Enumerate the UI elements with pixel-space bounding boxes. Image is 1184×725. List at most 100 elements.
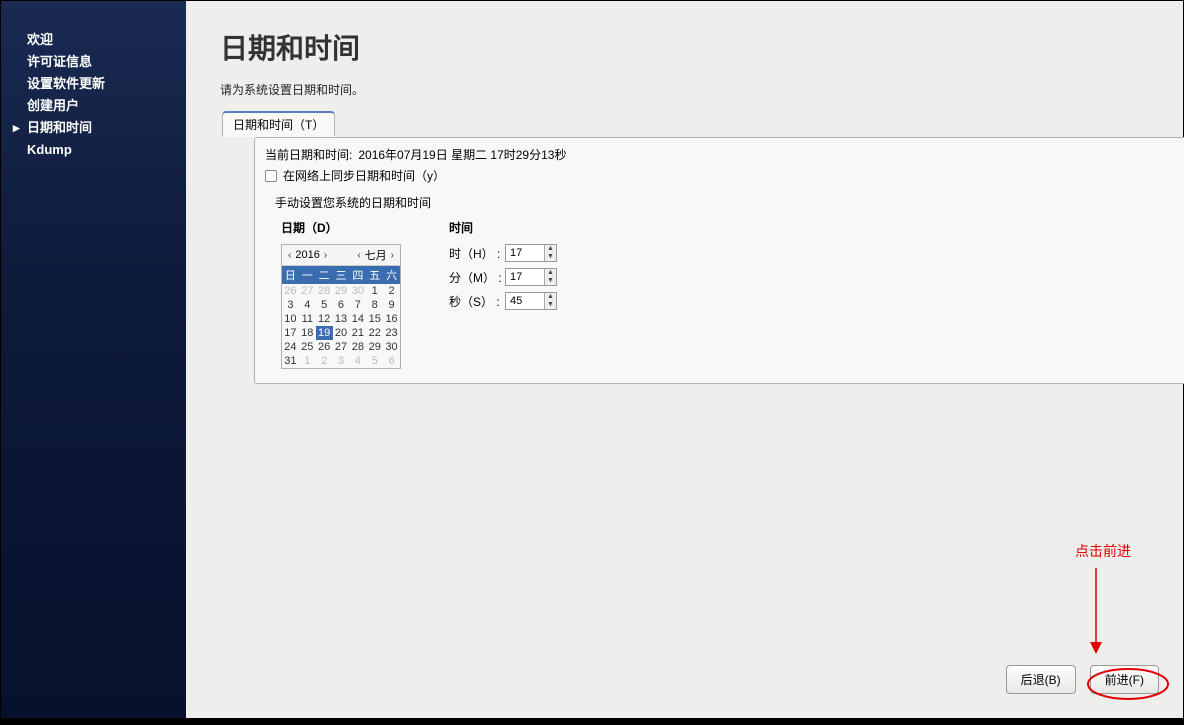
calendar-day[interactable]: 30 [383,340,400,354]
calendar-day[interactable]: 28 [349,340,366,354]
tab-datetime[interactable]: 日期和时间（T） [222,111,335,136]
calendar-day[interactable]: 1 [299,354,316,368]
prev-month-icon[interactable]: ‹ [355,250,362,261]
second-spinner[interactable]: ▲ ▼ [505,292,557,310]
calendar-day[interactable]: 17 [282,326,299,340]
calendar-day[interactable]: 19 [316,326,333,340]
calendar-day[interactable]: 31 [282,354,299,368]
sidebar-item-5[interactable]: Kdump [1,139,186,161]
tab-label: 日期和时间（T） [233,118,324,132]
calendar-day[interactable]: 26 [316,340,333,354]
hour-label: 时（H） : [449,245,505,262]
back-button[interactable]: 后退(B) [1006,665,1076,694]
calendar-day[interactable]: 13 [333,312,350,326]
calendar-day[interactable]: 27 [333,340,350,354]
hour-down-icon[interactable]: ▼ [545,253,556,261]
calendar-day[interactable]: 29 [366,340,383,354]
calendar-day[interactable]: 4 [299,298,316,312]
next-year-icon[interactable]: › [322,250,329,261]
second-label: 秒（S） : [449,293,505,310]
sidebar-item-label: Kdump [27,141,72,159]
sidebar-item-2[interactable]: 设置软件更新 [1,73,186,95]
calendar-day[interactable]: 6 [383,354,400,368]
calendar-day[interactable]: 25 [299,340,316,354]
main-pane: 日期和时间 请为系统设置日期和时间。 日期和时间（T） 当前日期和时间: 201… [186,1,1183,718]
calendar-day[interactable]: 30 [349,284,366,298]
calendar-day[interactable]: 14 [349,312,366,326]
calendar-weekdays: 日一二三四五六 [282,266,400,284]
calendar-day[interactable]: 11 [299,312,316,326]
second-down-icon[interactable]: ▼ [545,301,556,309]
calendar-day[interactable]: 20 [333,326,350,340]
minute-spinner[interactable]: ▲ ▼ [505,268,557,286]
minute-label: 分（M） : [449,269,505,286]
weekday-header: 日 [282,266,299,284]
page-intro: 请为系统设置日期和时间。 [186,81,1183,112]
weekday-header: 五 [366,266,383,284]
prev-year-icon[interactable]: ‹ [286,250,293,261]
annotation-text: 点击前进 [1075,541,1131,561]
calendar-day[interactable]: 9 [383,298,400,312]
annotation-ring-icon [1083,664,1173,704]
calendar-day[interactable]: 27 [299,284,316,298]
next-month-icon[interactable]: › [389,250,396,261]
sidebar-item-4[interactable]: ▸ 日期和时间 [1,117,186,139]
weekday-header: 六 [383,266,400,284]
calendar-grid: 2627282930123456789101112131415161718192… [282,284,400,368]
sidebar-item-label: 设置软件更新 [27,75,105,93]
current-datetime-label: 当前日期和时间: [265,146,352,163]
datetime-panel: 当前日期和时间: 2016年07月19日 星期二 17时29分13秒 在网络上同… [254,137,1184,384]
weekday-header: 二 [316,266,333,284]
sidebar: 欢迎许可证信息设置软件更新创建用户 ▸ 日期和时间 Kdump [1,1,186,718]
calendar-day[interactable]: 28 [316,284,333,298]
calendar-day[interactable]: 10 [282,312,299,326]
calendar-day[interactable]: 16 [383,312,400,326]
calendar: ‹ 2016 › ‹ 七月 › [281,244,401,369]
hour-input[interactable] [506,245,544,261]
date-section-title: 日期（D） [281,219,401,236]
sidebar-item-label: 日期和时间 [27,119,92,137]
current-marker-icon: ▸ [13,119,20,137]
calendar-day[interactable]: 21 [349,326,366,340]
calendar-day[interactable]: 18 [299,326,316,340]
calendar-day[interactable]: 5 [316,298,333,312]
calendar-day[interactable]: 12 [316,312,333,326]
weekday-header: 三 [333,266,350,284]
calendar-day[interactable]: 2 [383,284,400,298]
calendar-day[interactable]: 5 [366,354,383,368]
calendar-day[interactable]: 26 [282,284,299,298]
calendar-day[interactable]: 29 [333,284,350,298]
hour-up-icon[interactable]: ▲ [545,245,556,253]
annotation-arrow-icon [1081,563,1111,663]
manual-header: 手动设置您系统的日期和时间 [275,194,1183,211]
tab-bar: 日期和时间（T） [222,111,1160,136]
second-input[interactable] [506,293,544,309]
sidebar-item-label: 创建用户 [27,97,79,115]
second-up-icon[interactable]: ▲ [545,293,556,301]
calendar-day[interactable]: 2 [316,354,333,368]
hour-spinner[interactable]: ▲ ▼ [505,244,557,262]
calendar-day[interactable]: 8 [366,298,383,312]
calendar-day[interactable]: 1 [366,284,383,298]
calendar-day[interactable]: 23 [383,326,400,340]
current-datetime-row: 当前日期和时间: 2016年07月19日 星期二 17时29分13秒 [265,146,1183,163]
calendar-year: 2016 [295,249,319,261]
calendar-day[interactable]: 3 [282,298,299,312]
minute-up-icon[interactable]: ▲ [545,269,556,277]
minute-down-icon[interactable]: ▼ [545,277,556,285]
sidebar-item-1[interactable]: 许可证信息 [1,51,186,73]
weekday-header: 一 [299,266,316,284]
calendar-day[interactable]: 7 [349,298,366,312]
sidebar-item-0[interactable]: 欢迎 [1,29,186,51]
calendar-day[interactable]: 4 [349,354,366,368]
ntp-checkbox[interactable] [265,170,277,182]
calendar-day[interactable]: 3 [333,354,350,368]
time-section-title: 时间 [449,219,557,236]
calendar-day[interactable]: 15 [366,312,383,326]
minute-input[interactable] [506,269,544,285]
calendar-day[interactable]: 22 [366,326,383,340]
calendar-day[interactable]: 24 [282,340,299,354]
sidebar-item-3[interactable]: 创建用户 [1,95,186,117]
weekday-header: 四 [349,266,366,284]
calendar-day[interactable]: 6 [333,298,350,312]
